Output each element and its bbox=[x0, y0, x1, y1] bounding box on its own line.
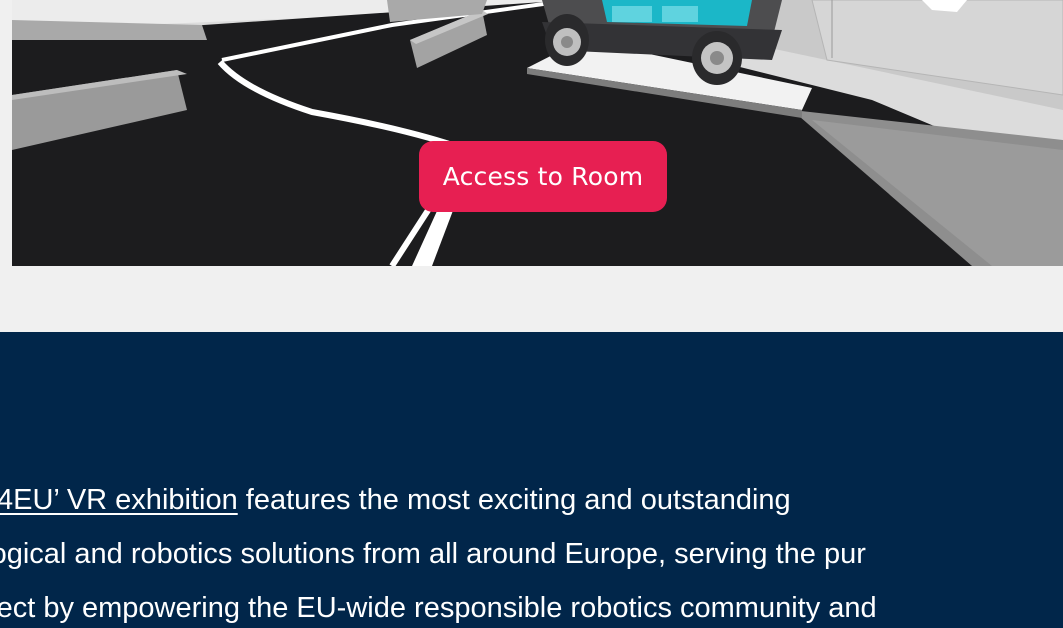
exhibition-info-section: cs4EU’ VR exhibition features the most e… bbox=[0, 332, 1063, 628]
vr-room-preview bbox=[12, 0, 1063, 266]
description-line-2: ological and robotics solutions from all… bbox=[0, 538, 866, 570]
access-to-room-button[interactable]: Access to Room bbox=[419, 141, 667, 212]
section-gap bbox=[0, 266, 1063, 332]
description-line-3: oject by empowering the EU-wide responsi… bbox=[0, 592, 877, 624]
description-line-1: cs4EU’ VR exhibition features the most e… bbox=[0, 473, 1063, 527]
description-line-1-rest: features the most exciting and outstandi… bbox=[237, 484, 791, 516]
exhibition-description: cs4EU’ VR exhibition features the most e… bbox=[0, 473, 1063, 628]
vr-exhibition-link[interactable]: cs4EU’ VR exhibition bbox=[0, 484, 238, 516]
vr-scene-illustration bbox=[12, 0, 1063, 266]
